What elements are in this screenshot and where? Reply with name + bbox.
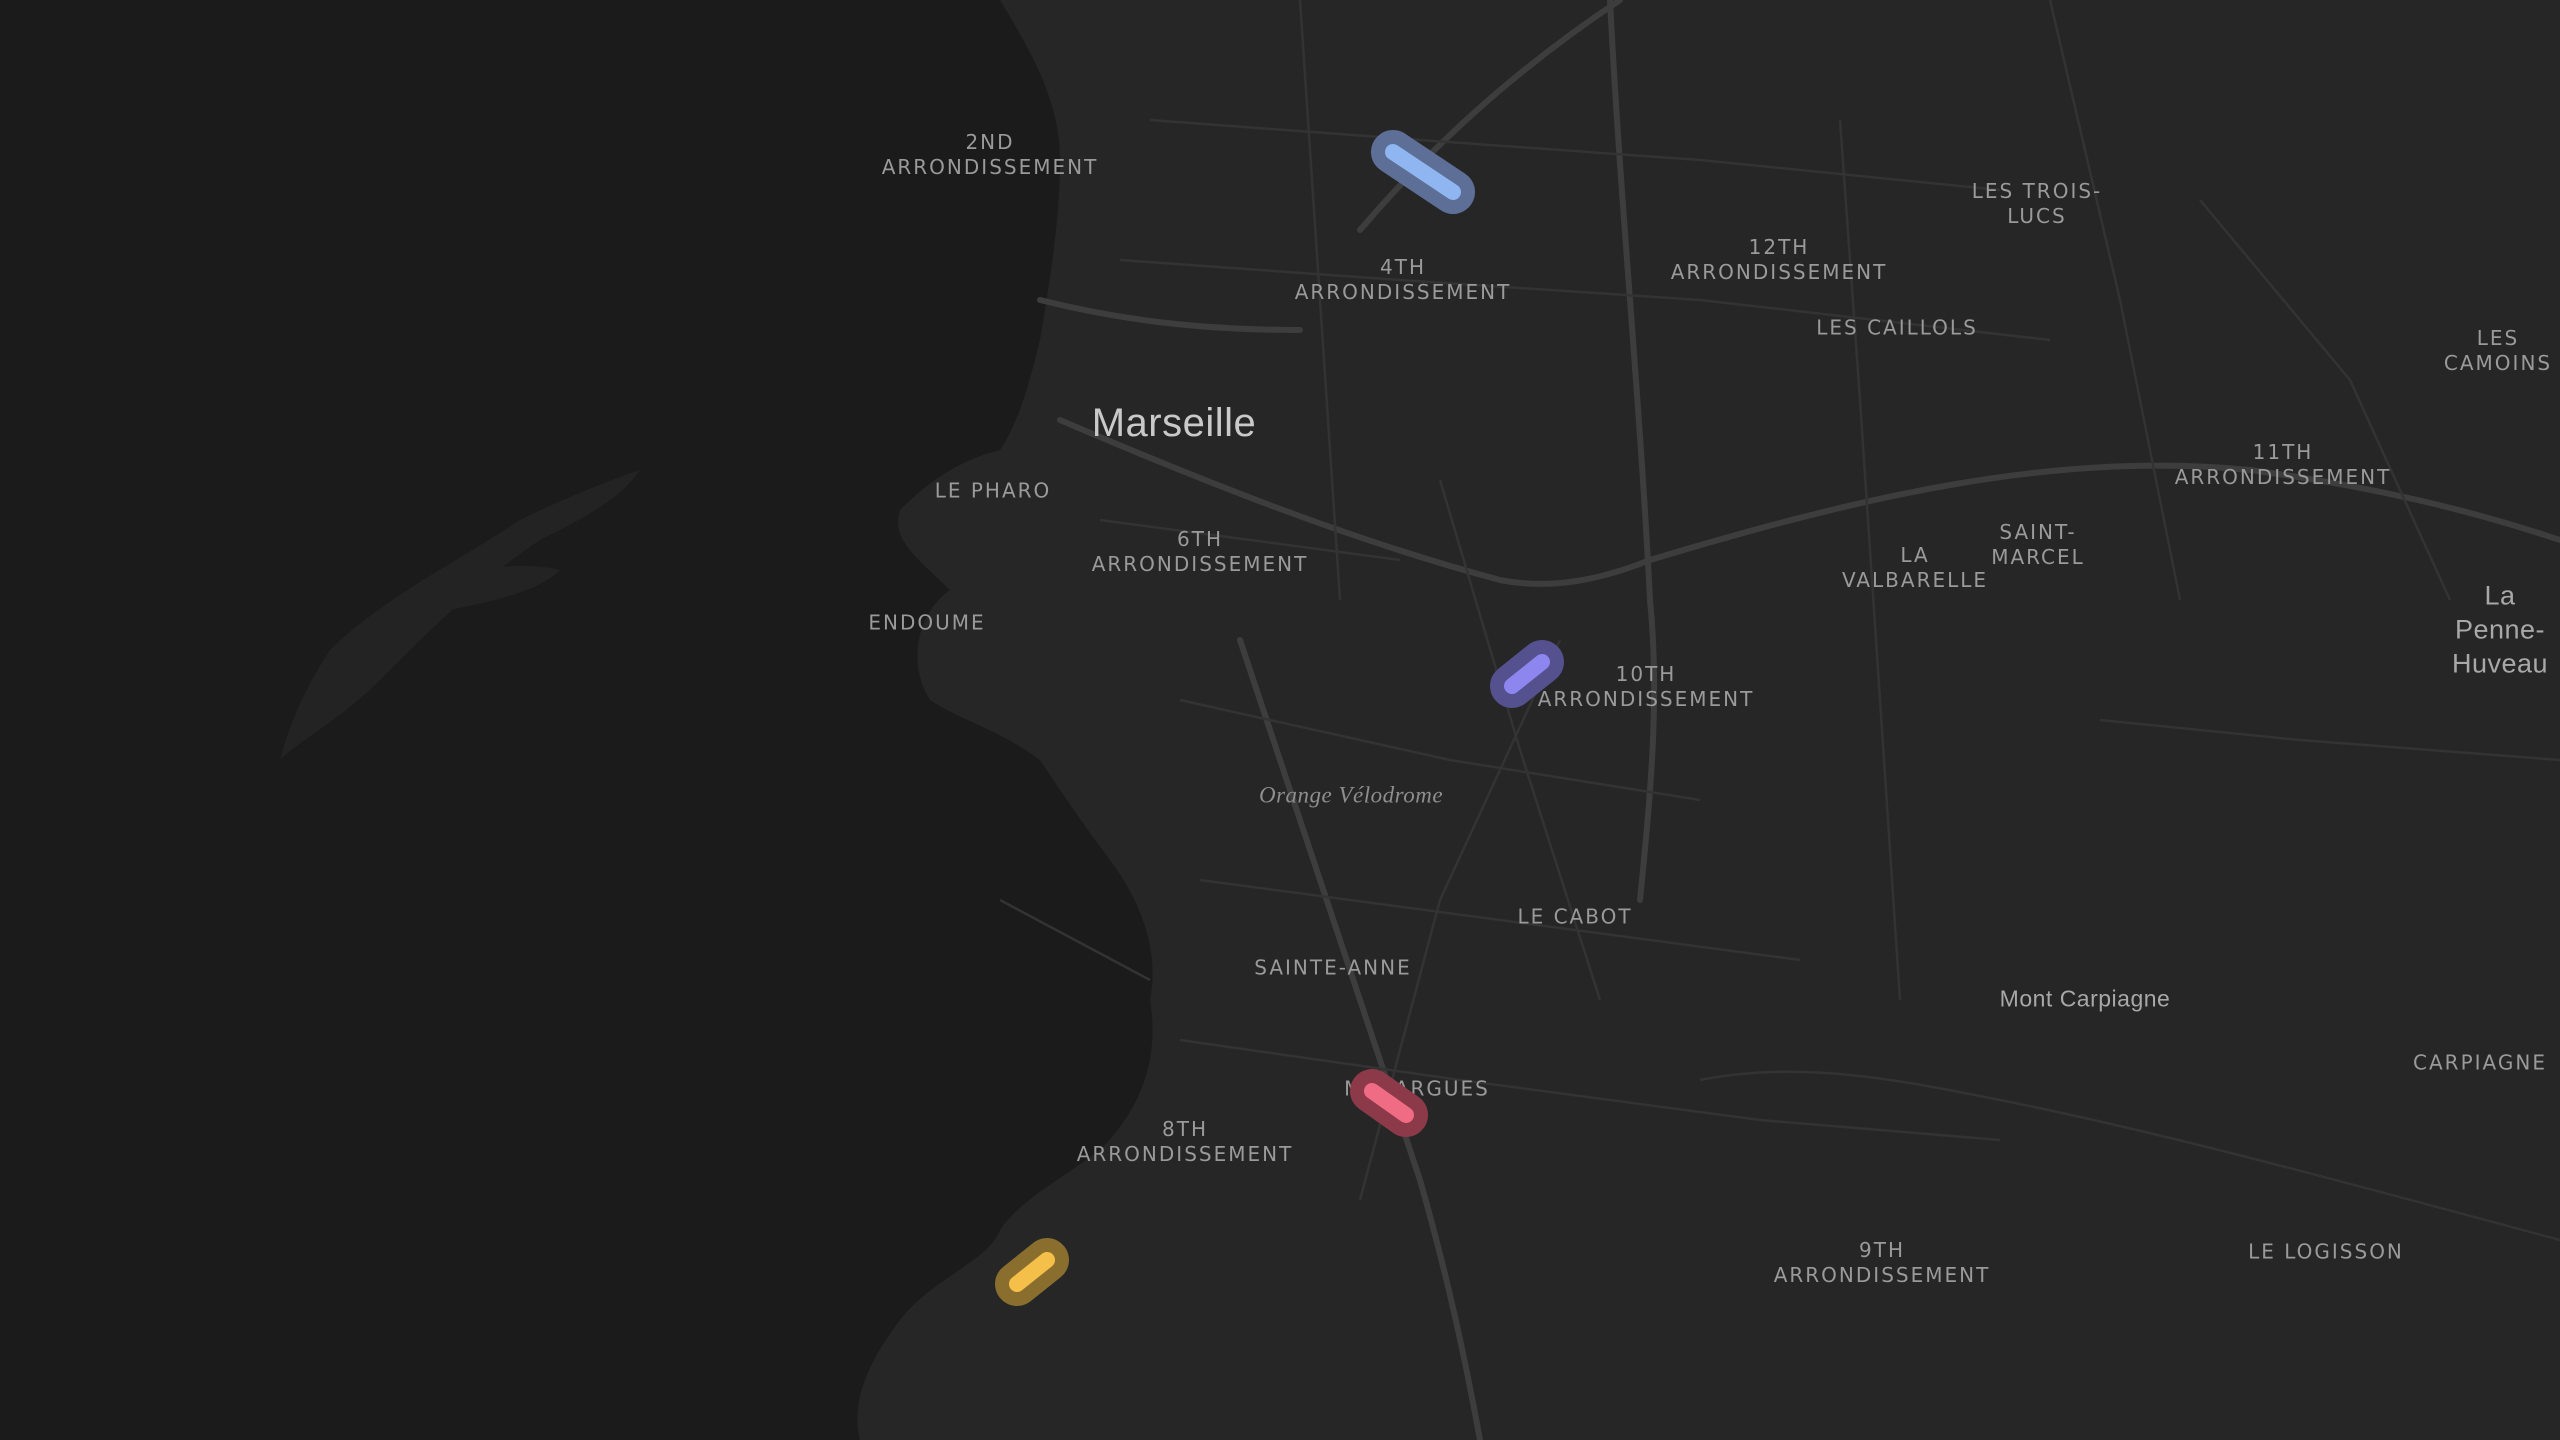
map-marker-gold[interactable]	[987, 1232, 1077, 1312]
map-basemap	[0, 0, 2560, 1440]
land-area	[857, 0, 2560, 1440]
map-marker-red[interactable]	[1344, 1063, 1434, 1143]
map-marker-violet[interactable]	[1482, 634, 1572, 714]
map-canvas[interactable]: 2ND ARRONDISSEMENT 4TH ARRONDISSEMENT 12…	[0, 0, 2560, 1440]
map-marker-blue[interactable]	[1368, 127, 1478, 217]
